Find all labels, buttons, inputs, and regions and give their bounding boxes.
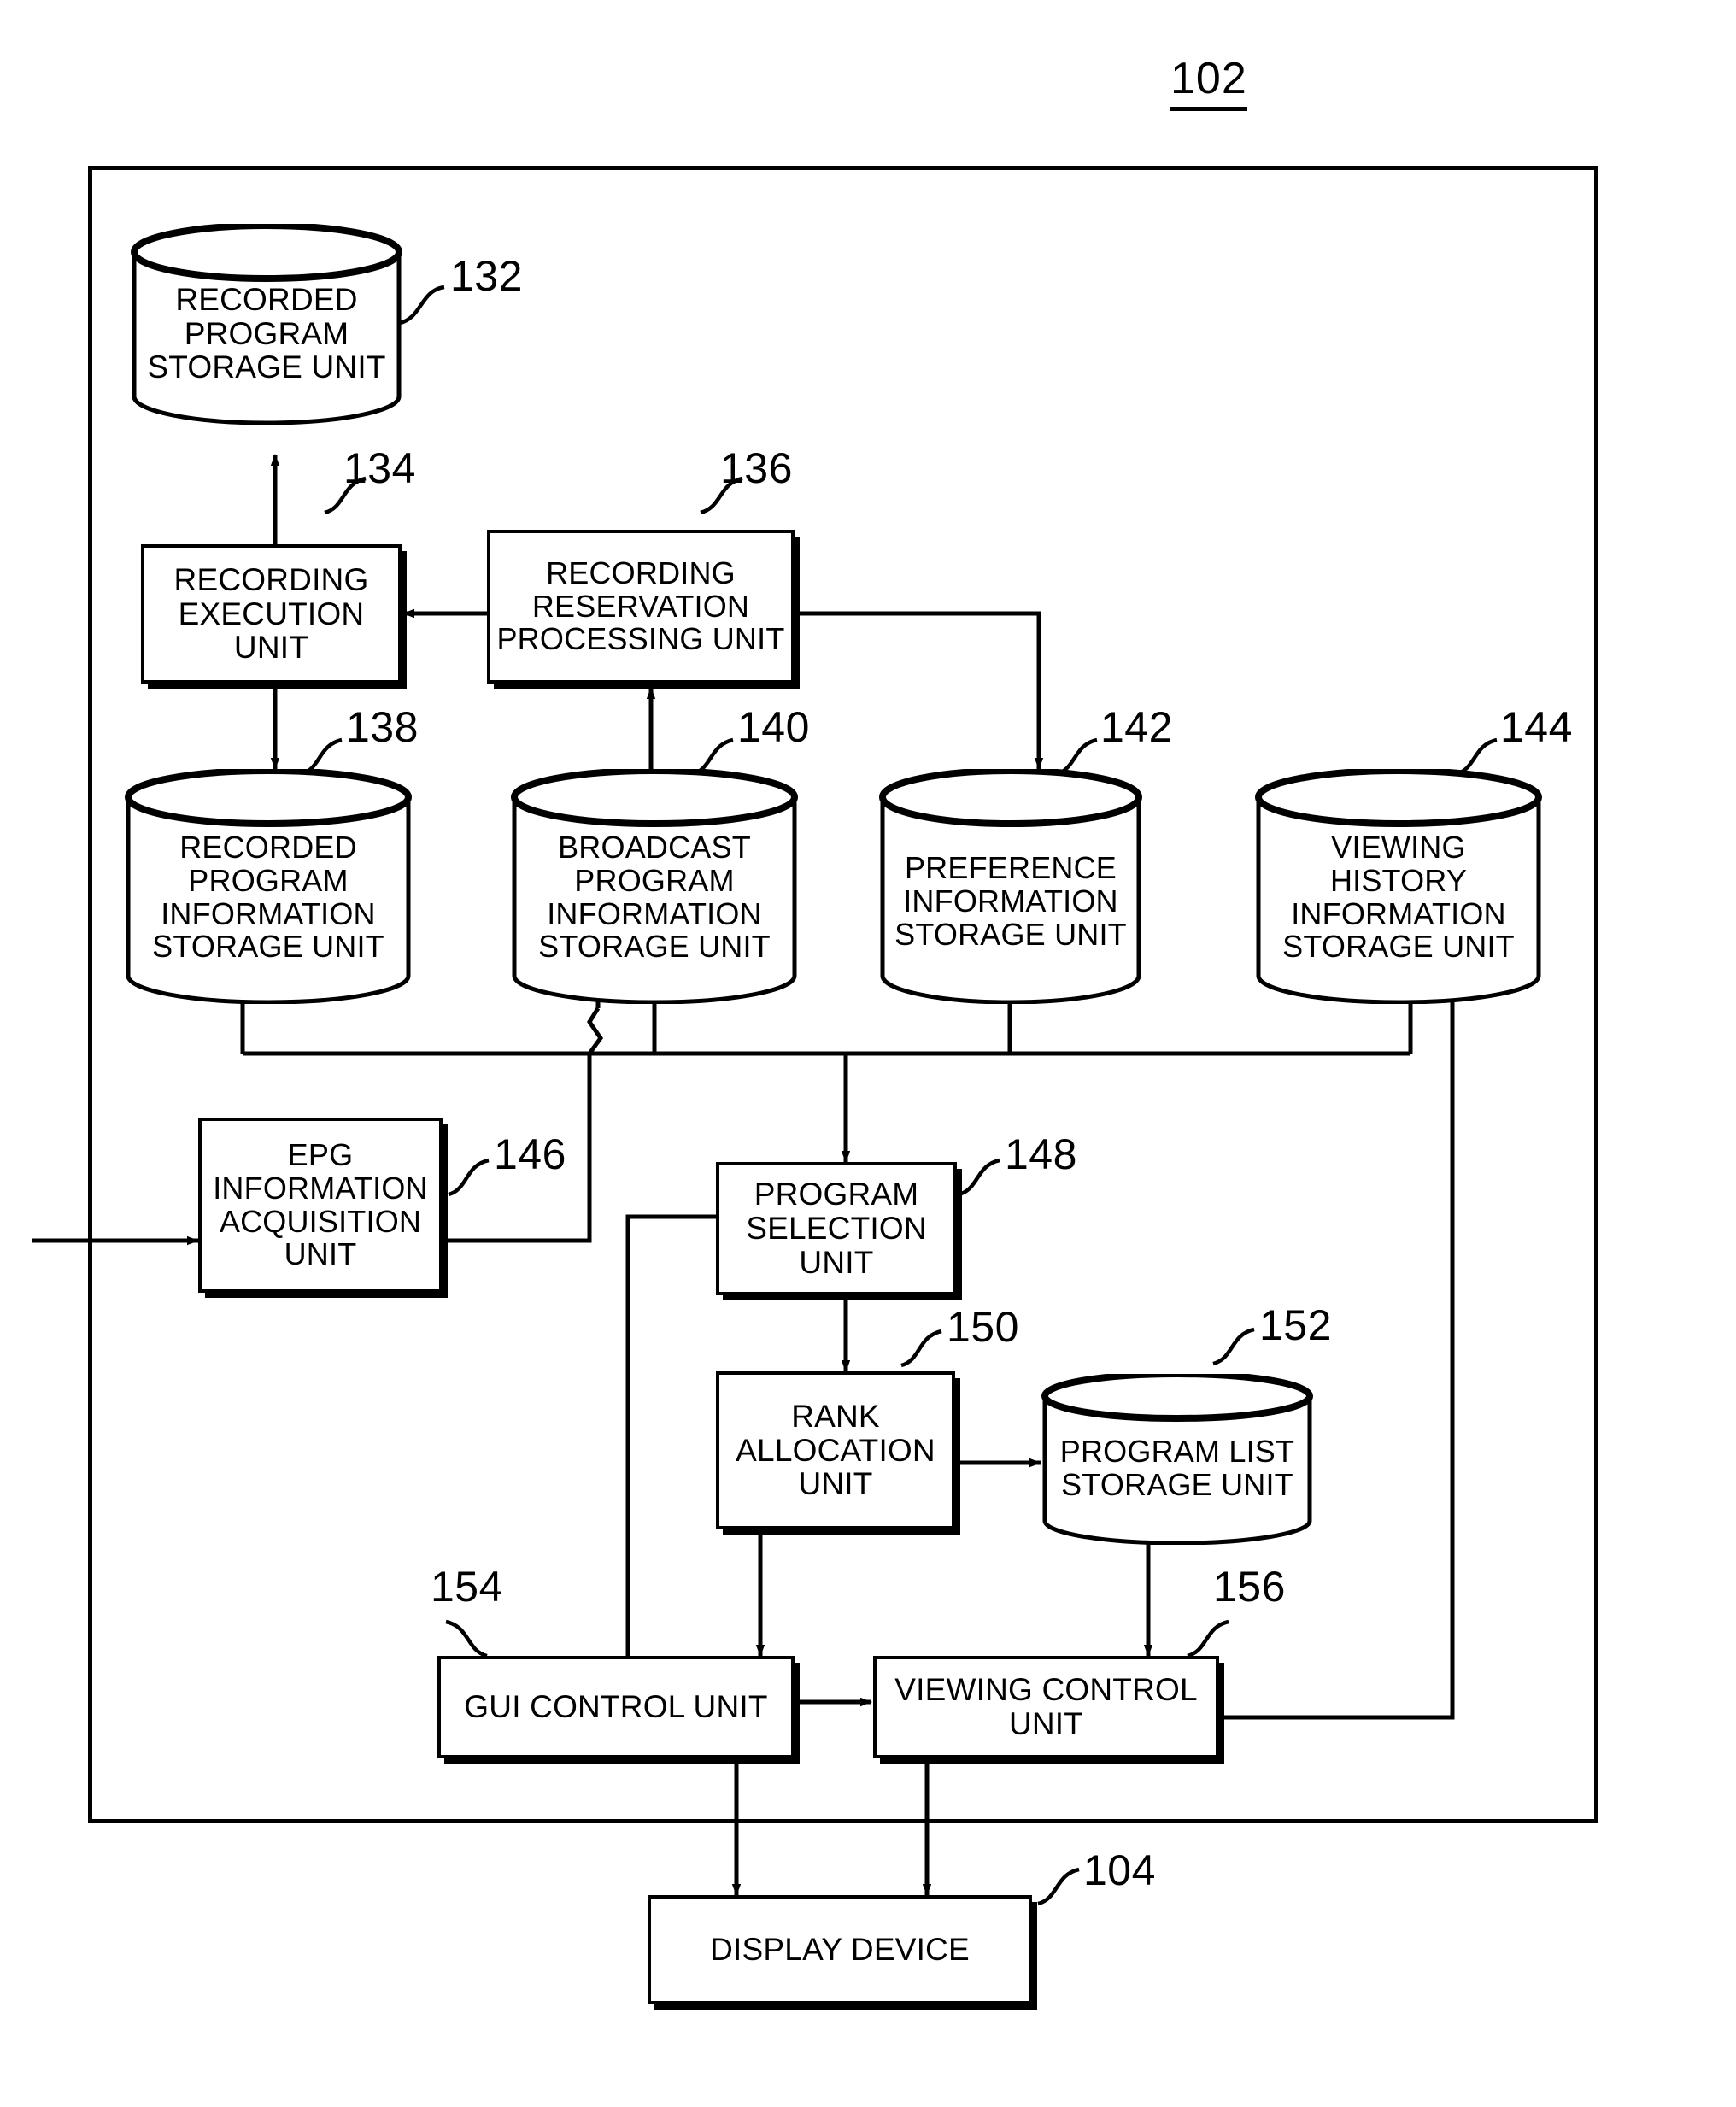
node-preference-information-storage-unit[interactable]: PREFERENCE INFORMATION STORAGE UNIT xyxy=(878,769,1143,1004)
node-label: VIEWING HISTORY INFORMATION STORAGE UNIT xyxy=(1282,829,1515,965)
node-label: PROGRAM SELECTION UNIT xyxy=(746,1177,927,1280)
node-program-selection-unit[interactable]: PROGRAM SELECTION UNIT xyxy=(716,1162,957,1295)
ref-134: 134 xyxy=(343,444,416,492)
leader-150 xyxy=(900,1329,942,1368)
wire-epg-squiggle xyxy=(587,1007,604,1055)
leader-104 xyxy=(1037,1867,1080,1906)
ref-144: 144 xyxy=(1500,703,1573,751)
figure-canvas: 102 RECORDED PROGRAM STORAGE UNIT 132 RE… xyxy=(0,0,1736,2107)
wire-reservation-to-preference-path xyxy=(793,611,1041,762)
leader-146 xyxy=(448,1158,490,1197)
ref-152: 152 xyxy=(1259,1301,1332,1349)
node-recording-reservation-processing-unit[interactable]: RECORDING RESERVATION PROCESSING UNIT xyxy=(487,530,795,684)
node-label: RANK ALLOCATION UNIT xyxy=(736,1398,935,1502)
ref-150: 150 xyxy=(947,1303,1019,1351)
node-label: PROGRAM LIST STORAGE UNIT xyxy=(1059,1434,1295,1502)
leader-152 xyxy=(1212,1327,1255,1366)
node-epg-information-acquisition-unit[interactable]: EPG INFORMATION ACQUISITION UNIT xyxy=(198,1118,443,1293)
ref-138: 138 xyxy=(346,703,419,751)
node-recorded-program-storage-unit[interactable]: RECORDED PROGRAM STORAGE UNIT xyxy=(130,224,403,425)
node-label: DISPLAY DEVICE xyxy=(710,1932,970,1968)
node-label: RECORDED PROGRAM STORAGE UNIT xyxy=(147,281,386,385)
ref-146: 146 xyxy=(494,1130,566,1178)
leader-148 xyxy=(958,1158,1000,1197)
node-label: VIEWING CONTROL UNIT xyxy=(894,1672,1198,1741)
leader-154 xyxy=(445,1619,488,1658)
ref-154: 154 xyxy=(431,1563,503,1611)
node-label: EPG INFORMATION ACQUISITION UNIT xyxy=(213,1136,428,1272)
node-broadcast-program-information-storage-unit[interactable]: BROADCAST PROGRAM INFORMATION STORAGE UN… xyxy=(510,769,799,1004)
node-recording-execution-unit[interactable]: RECORDING EXECUTION UNIT xyxy=(141,544,402,684)
leader-156 xyxy=(1187,1619,1229,1658)
leader-132 xyxy=(399,285,445,326)
ref-132: 132 xyxy=(450,252,523,300)
node-program-list-storage-unit[interactable]: PROGRAM LIST STORAGE UNIT xyxy=(1041,1374,1314,1545)
node-recorded-program-information-storage-unit[interactable]: RECORDED PROGRAM INFORMATION STORAGE UNI… xyxy=(124,769,413,1004)
ref-136: 136 xyxy=(720,444,793,492)
node-label: RECORDING RESERVATION PROCESSING UNIT xyxy=(496,555,785,657)
node-label: RECORDING EXECUTION UNIT xyxy=(173,561,369,666)
node-gui-control-unit[interactable]: GUI CONTROL UNIT xyxy=(437,1656,795,1758)
ref-142: 142 xyxy=(1100,703,1173,751)
node-label: RECORDED PROGRAM INFORMATION STORAGE UNI… xyxy=(152,829,384,965)
ref-156: 156 xyxy=(1213,1563,1286,1611)
node-label: PREFERENCE INFORMATION STORAGE UNIT xyxy=(894,850,1127,952)
node-label: GUI CONTROL UNIT xyxy=(464,1689,768,1725)
ref-140: 140 xyxy=(737,703,810,751)
ref-148: 148 xyxy=(1005,1130,1077,1178)
node-display-device[interactable]: DISPLAY DEVICE xyxy=(648,1895,1032,2004)
node-viewing-history-information-storage-unit[interactable]: VIEWING HISTORY INFORMATION STORAGE UNIT xyxy=(1254,769,1543,1004)
node-label: BROADCAST PROGRAM INFORMATION STORAGE UN… xyxy=(538,829,771,965)
node-rank-allocation-unit[interactable]: RANK ALLOCATION UNIT xyxy=(716,1371,955,1529)
ref-104: 104 xyxy=(1083,1846,1156,1894)
node-viewing-control-unit[interactable]: VIEWING CONTROL UNIT xyxy=(873,1656,1219,1758)
